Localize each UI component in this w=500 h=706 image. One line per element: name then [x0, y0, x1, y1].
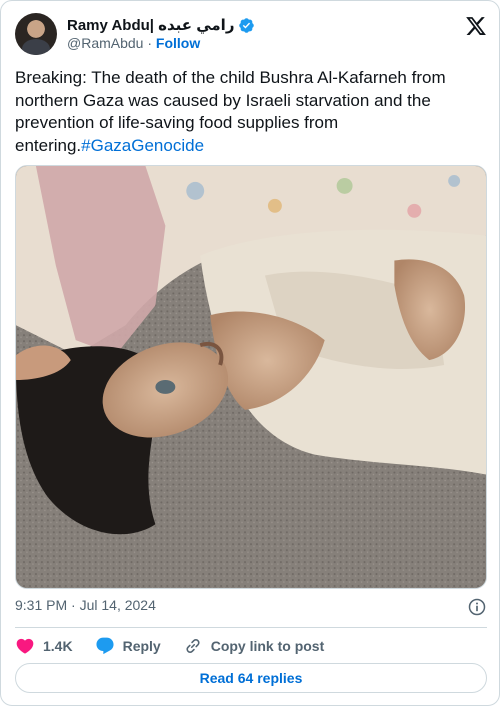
like-count: 1.4K: [43, 638, 73, 654]
author-display-name[interactable]: Ramy Abdu| رامي عبده: [67, 16, 234, 34]
author-name-row: Ramy Abdu| رامي عبده: [67, 15, 255, 35]
copy-link-label: Copy link to post: [210, 638, 325, 654]
photo-illustration: [16, 166, 486, 588]
reply-button[interactable]: Reply: [95, 636, 161, 656]
tweet-body: Breaking: The death of the child Bushra …: [15, 68, 446, 155]
tweet-meta-row: 9:31 PM · Jul 14, 2024: [15, 597, 487, 617]
divider: [15, 627, 487, 628]
tweet-media-photo[interactable]: [15, 165, 487, 589]
author-avatar[interactable]: [15, 13, 57, 55]
x-logo-icon[interactable]: [465, 15, 487, 37]
tweet-text: Breaking: The death of the child Bushra …: [15, 67, 489, 157]
tweet-actions: 1.4K Reply Copy link to post: [15, 635, 346, 657]
read-replies-button[interactable]: Read 64 replies: [15, 663, 487, 693]
info-icon[interactable]: [467, 597, 487, 617]
verified-badge-icon: [239, 17, 255, 33]
reply-bubble-icon: [96, 637, 114, 655]
reply-label: Reply: [122, 638, 161, 654]
tweet-timestamp[interactable]: 9:31 PM · Jul 14, 2024: [15, 597, 156, 613]
author-handle[interactable]: @RamAbdu: [67, 35, 143, 51]
follow-link[interactable]: Follow: [156, 35, 200, 51]
copy-link-button[interactable]: Copy link to post: [183, 636, 325, 656]
handle-separator: ·: [147, 35, 153, 51]
tweet-card: Ramy Abdu| رامي عبده @RamAbdu · Follow B…: [0, 0, 500, 706]
hashtag-link[interactable]: #GazaGenocide: [81, 136, 204, 155]
heart-icon: [16, 638, 34, 654]
like-button[interactable]: 1.4K: [15, 636, 73, 656]
link-icon: [186, 639, 200, 653]
tweet-header: Ramy Abdu| رامي عبده @RamAbdu · Follow: [15, 13, 487, 55]
author-handle-row: @RamAbdu · Follow: [67, 35, 200, 53]
